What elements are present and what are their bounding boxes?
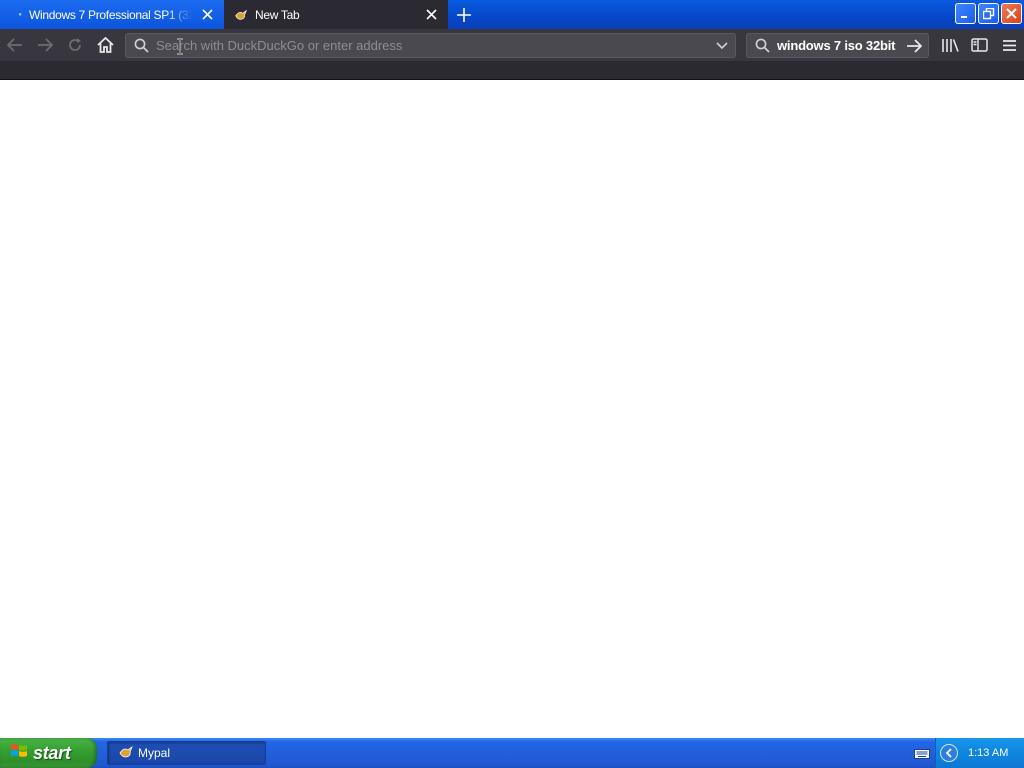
tab-windows7[interactable]: ● Windows 7 Professional SP1 (32 b	[0, 0, 224, 29]
forward-arrow-icon[interactable]	[33, 33, 57, 57]
hamburger-menu-icon[interactable]	[997, 33, 1021, 57]
start-label: start	[33, 742, 71, 763]
chevron-down-icon[interactable]	[709, 41, 735, 50]
page-content[interactable]	[0, 81, 1024, 738]
reload-icon[interactable]	[63, 33, 87, 57]
search-icon	[747, 38, 777, 53]
taskbar-item-mypal[interactable]: Mypal	[107, 741, 266, 765]
address-bar[interactable]	[125, 33, 736, 58]
taskbar-item-label: Mypal	[138, 746, 171, 760]
close-icon[interactable]	[200, 8, 214, 22]
library-icon[interactable]	[938, 33, 962, 57]
system-tray: 1:13 AM	[935, 738, 1024, 768]
tab-new-tab[interactable]: New Tab	[224, 0, 448, 29]
mypal-icon	[234, 8, 248, 22]
sidebar-icon[interactable]	[967, 33, 991, 57]
minimize-icon[interactable]	[955, 3, 976, 24]
navigation-toolbar	[0, 29, 1024, 61]
mypal-icon	[118, 745, 134, 762]
chevron-left-icon[interactable]	[940, 744, 958, 762]
home-icon[interactable]	[93, 33, 117, 57]
restore-icon[interactable]	[978, 3, 999, 24]
clock[interactable]: 1:13 AM	[968, 747, 1008, 759]
close-icon[interactable]	[424, 8, 438, 22]
plus-icon[interactable]	[453, 4, 475, 26]
search-bar[interactable]	[746, 33, 929, 58]
windows-logo-icon	[10, 742, 28, 765]
search-icon	[126, 38, 156, 53]
windows-taskbar: start Mypal 1:13 AM	[0, 738, 1024, 768]
keyboard-icon[interactable]	[914, 747, 930, 765]
url-input[interactable]	[156, 34, 709, 57]
tab-title: Windows 7 Professional SP1 (32 b	[29, 7, 192, 22]
tab-title: New Tab	[255, 7, 300, 22]
loading-dot-icon: ●	[18, 11, 22, 18]
arrow-right-icon[interactable]	[901, 38, 927, 53]
start-button[interactable]: start	[0, 738, 97, 768]
browser-titlebar: ● Windows 7 Professional SP1 (32 b New T…	[0, 0, 1024, 29]
text-cursor-icon	[177, 38, 183, 55]
back-arrow-icon[interactable]	[3, 33, 27, 57]
toolbar-strip	[0, 61, 1024, 80]
close-icon[interactable]	[1001, 3, 1022, 24]
search-input[interactable]	[777, 34, 901, 57]
